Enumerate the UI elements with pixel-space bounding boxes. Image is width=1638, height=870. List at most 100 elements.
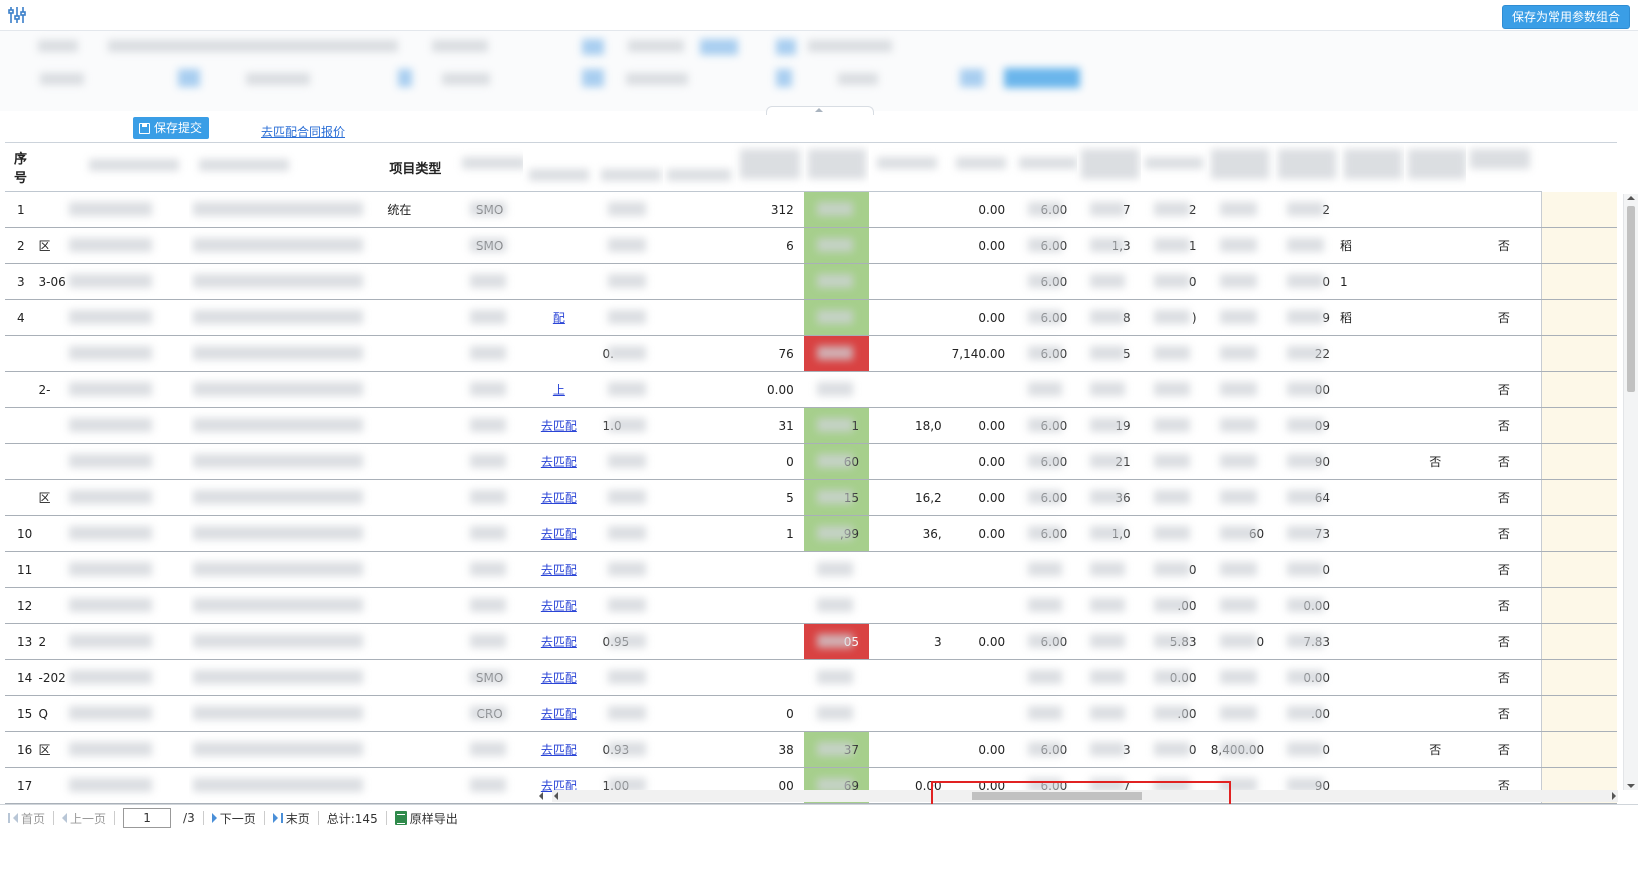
- cell-c11[interactable]: 6.00: [1015, 443, 1078, 480]
- cell-c17[interactable]: [1404, 335, 1467, 372]
- cell-blurred[interactable]: [662, 371, 737, 408]
- cell-idx[interactable]: 11: [5, 551, 39, 588]
- header-project-type[interactable]: 项目类型: [387, 143, 457, 192]
- table-row[interactable]: 1统在SMO3120.006.00722: [5, 191, 1617, 228]
- header-col[interactable]: [1140, 143, 1207, 192]
- cell-c12[interactable]: [1077, 551, 1141, 588]
- cell-c5[interactable]: [594, 299, 663, 336]
- cell-c8[interactable]: [803, 371, 870, 408]
- cell-c14[interactable]: [1206, 299, 1275, 336]
- cell-type[interactable]: SMO: [456, 227, 524, 264]
- cell-blurred[interactable]: [662, 551, 737, 588]
- cell-c15[interactable]: 0: [1274, 731, 1341, 768]
- cell-match[interactable]: [523, 335, 595, 372]
- cell-idx[interactable]: [5, 479, 39, 516]
- cell-c8[interactable]: [803, 335, 870, 372]
- cell-type[interactable]: [456, 551, 524, 588]
- cell-c17[interactable]: [1404, 191, 1467, 228]
- header-col[interactable]: [1077, 143, 1141, 192]
- header-col[interactable]: [951, 143, 1016, 192]
- cell-c9[interactable]: [869, 191, 952, 228]
- prev-page-button[interactable]: 上一页: [62, 810, 106, 827]
- cell-match[interactable]: 上: [523, 371, 595, 408]
- scroll-right-icon[interactable]: [1612, 792, 1616, 800]
- match-link[interactable]: 去匹配: [541, 743, 577, 757]
- header-col[interactable]: [869, 143, 952, 192]
- cell-c5[interactable]: 0.: [594, 335, 663, 372]
- cell-blurred[interactable]: [662, 227, 737, 264]
- cell-c3[interactable]: [387, 443, 457, 480]
- cell-blurred[interactable]: [189, 299, 388, 336]
- cell-blurred[interactable]: [189, 335, 388, 372]
- cell-blurred[interactable]: [662, 659, 737, 696]
- cell-c18[interactable]: 否: [1466, 587, 1542, 624]
- cell-c12[interactable]: [1077, 587, 1141, 624]
- cell-c14[interactable]: [1206, 587, 1275, 624]
- cell-c13[interactable]: [1140, 515, 1207, 552]
- cell-c15[interactable]: 00: [1274, 371, 1341, 408]
- table-row[interactable]: 2- 上 0.00 00 否: [5, 371, 1617, 408]
- cell-c1[interactable]: 区: [38, 731, 190, 768]
- cell-c16[interactable]: [1340, 443, 1405, 480]
- scroll-up-icon[interactable]: [1627, 196, 1635, 200]
- table-row[interactable]: 15Q CRO 去匹配 0 .00 .00 否: [5, 695, 1617, 732]
- cell-c10[interactable]: 0.00: [951, 407, 1016, 444]
- cell-c17[interactable]: [1404, 551, 1467, 588]
- cell-c13[interactable]: 0.00: [1140, 659, 1207, 696]
- cell-c15[interactable]: 2: [1274, 191, 1341, 228]
- cell-c7[interactable]: 31: [736, 407, 804, 444]
- cell-type[interactable]: [456, 515, 524, 552]
- cell-match[interactable]: [523, 227, 595, 264]
- cell-c14[interactable]: [1206, 371, 1275, 408]
- cell-blurred[interactable]: [189, 659, 388, 696]
- cell-c15[interactable]: 9: [1274, 299, 1341, 336]
- cell-c12[interactable]: [1077, 695, 1141, 732]
- cell-editable[interactable]: [1541, 443, 1617, 480]
- cell-blurred[interactable]: [662, 335, 737, 372]
- cell-c5[interactable]: 1.0: [594, 407, 663, 444]
- cell-type[interactable]: SMO: [456, 191, 524, 228]
- cell-c9[interactable]: [869, 443, 952, 480]
- cell-c5[interactable]: [594, 371, 663, 408]
- table-row[interactable]: 33-066.00001: [5, 263, 1617, 300]
- table-row[interactable]: 2区 SMO 6 0.006.001,31 稻 否: [5, 227, 1617, 264]
- cell-blurred[interactable]: [662, 731, 737, 768]
- sliders-icon[interactable]: [6, 4, 28, 26]
- cell-c11[interactable]: [1015, 695, 1078, 732]
- cell-c15[interactable]: 73: [1274, 515, 1341, 552]
- cell-c3[interactable]: [387, 371, 457, 408]
- cell-c10[interactable]: 0.00: [951, 443, 1016, 480]
- cell-c14[interactable]: [1206, 191, 1275, 228]
- cell-editable[interactable]: [1541, 191, 1617, 228]
- cell-c7[interactable]: 1: [736, 515, 804, 552]
- cell-c10[interactable]: [951, 587, 1016, 624]
- cell-c7[interactable]: [736, 299, 804, 336]
- cell-idx[interactable]: [5, 407, 39, 444]
- cell-blurred[interactable]: [189, 407, 388, 444]
- cell-c10[interactable]: 7,140.00: [951, 335, 1016, 372]
- cell-c1[interactable]: [38, 587, 190, 624]
- cell-c7[interactable]: 0: [736, 695, 804, 732]
- cell-c1[interactable]: [38, 551, 190, 588]
- cell-match[interactable]: 去匹配: [523, 731, 595, 768]
- cell-c16[interactable]: 1: [1340, 263, 1405, 300]
- match-contract-quote-link[interactable]: 去匹配合同报价: [261, 123, 345, 140]
- cell-c8[interactable]: ,99: [803, 515, 870, 552]
- cell-c12[interactable]: 5: [1077, 335, 1141, 372]
- cell-blurred[interactable]: [662, 515, 737, 552]
- cell-idx[interactable]: 14: [5, 659, 39, 696]
- table-row[interactable]: 14-202 SMO 去匹配 0.00 0.00 否: [5, 659, 1617, 696]
- cell-c5[interactable]: [594, 227, 663, 264]
- cell-c5[interactable]: 0.93: [594, 731, 663, 768]
- header-col[interactable]: [1015, 143, 1078, 192]
- vertical-scrollbar[interactable]: [1623, 194, 1638, 790]
- table-row[interactable]: 4 配 0.006.008) 9稻 否: [5, 299, 1617, 336]
- cell-editable[interactable]: [1541, 371, 1617, 408]
- cell-editable[interactable]: [1541, 623, 1617, 660]
- cell-c15[interactable]: [1274, 227, 1341, 264]
- cell-c14[interactable]: [1206, 551, 1275, 588]
- cell-match[interactable]: [523, 191, 595, 228]
- cell-c16[interactable]: 稻: [1340, 299, 1405, 336]
- cell-c9[interactable]: 3: [869, 623, 952, 660]
- cell-editable[interactable]: [1541, 659, 1617, 696]
